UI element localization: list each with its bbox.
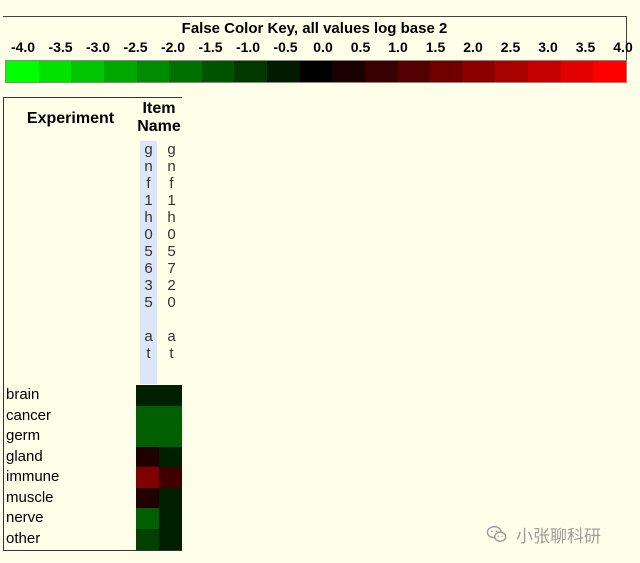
key-tick-label: -3.0 [85, 39, 111, 55]
key-swatch [364, 61, 398, 82]
key-title: False Color Key, all values log base 2 [181, 20, 448, 37]
column-label[interactable]: g n f 1 h 0 5 7 2 0 a t [163, 141, 180, 384]
row-label[interactable]: muscle [6, 488, 136, 508]
key-tick-label: 1.0 [388, 39, 408, 55]
wechat-icon [486, 525, 507, 543]
key-tick-label: -1.5 [198, 39, 223, 55]
key-tick-label: 3.5 [575, 39, 596, 55]
key-tick-label: -4.0 [10, 39, 36, 55]
key-swatch [103, 61, 137, 82]
heatmap-cell[interactable] [136, 528, 159, 550]
key-color-bar [5, 60, 627, 83]
key-tick-label: -3.5 [48, 39, 73, 55]
heatmap-cell[interactable] [136, 446, 159, 468]
watermark-text: 小张聊科研 [516, 526, 601, 546]
heatmap-cell[interactable] [159, 508, 182, 529]
row-label[interactable]: immune [6, 467, 136, 487]
heatmap-cell[interactable] [159, 405, 182, 427]
item-name-header: Item Name [137, 100, 181, 135]
key-tick-label: -2.0 [160, 39, 186, 55]
key-swatch [593, 61, 626, 82]
key-swatch [234, 61, 267, 82]
row-label[interactable]: gland [6, 447, 136, 467]
row-label[interactable]: germ [6, 426, 136, 446]
row-label[interactable]: cancer [6, 406, 136, 426]
key-swatch [136, 61, 170, 82]
key-tick-labels: -4.0 -3.5 -3.0 -2.5 -2.0 -1.5 -1.0 -0.5 0.0 0.5 1.… [3, 39, 633, 57]
key-swatch [462, 61, 496, 82]
heatmap-cell[interactable] [136, 467, 159, 488]
row-label[interactable]: nerve [6, 508, 136, 528]
watermark: 小张聊科研 [486, 522, 601, 546]
key-tick-label: 3.0 [538, 39, 558, 55]
key-swatch [528, 61, 561, 82]
key-swatch [299, 61, 333, 82]
key-swatch [430, 61, 463, 82]
heatmap-cell[interactable] [136, 508, 159, 529]
heatmap-cell[interactable] [159, 528, 182, 550]
key-tick-label: 0.5 [350, 39, 371, 55]
column-label[interactable]: g n f 1 h 0 5 6 3 5 a t [140, 141, 157, 384]
row-label[interactable]: other [6, 529, 136, 549]
key-tick-label: 1.5 [425, 39, 446, 55]
heatmap-cell[interactable] [136, 385, 159, 406]
experiment-header: Experiment [26, 110, 115, 127]
key-swatch [71, 61, 104, 82]
key-tick-label: -2.5 [123, 39, 148, 55]
heatmap-cell[interactable] [136, 405, 159, 427]
heatmap-cell[interactable] [159, 426, 182, 447]
key-swatch [6, 61, 39, 82]
key-swatch [332, 61, 365, 82]
key-tick-label: 2.0 [463, 39, 483, 55]
color-key: False Color Key, all values log base 2 -… [3, 16, 633, 83]
heatmap-cell[interactable] [159, 446, 182, 468]
key-tick-label: -0.5 [273, 39, 298, 55]
key-swatch [38, 61, 72, 82]
key-tick-label: 4.0 [613, 39, 633, 55]
row-label[interactable]: brain [6, 385, 136, 405]
heatmap: Experiment Item Name g n f 1 h 0 5 6 3 5… [3, 97, 182, 551]
key-swatch [169, 61, 202, 82]
heatmap-cell[interactable] [159, 467, 182, 488]
heatmap-cell[interactable] [136, 487, 159, 509]
key-tick-label: 2.5 [500, 39, 521, 55]
heatmap-cell[interactable] [136, 426, 159, 447]
key-swatch [397, 61, 431, 82]
key-swatch [267, 61, 300, 82]
heatmap-cell[interactable] [159, 487, 182, 509]
key-swatch [560, 61, 594, 82]
key-swatch [495, 61, 528, 82]
key-tick-label: 0.0 [313, 39, 333, 55]
key-tick-label: -1.0 [235, 39, 261, 55]
key-swatch [201, 61, 235, 82]
heatmap-cell[interactable] [159, 385, 182, 406]
